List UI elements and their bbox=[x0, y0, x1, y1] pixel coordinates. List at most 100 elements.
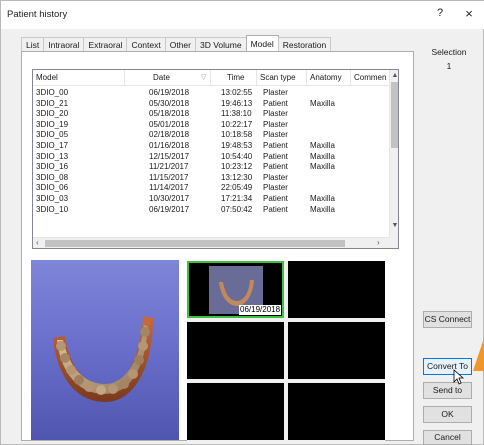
thumbnail-cell-empty[interactable] bbox=[288, 383, 385, 440]
table-cell: 3DIO_13 bbox=[36, 151, 69, 161]
column-header-time[interactable]: Time bbox=[211, 70, 257, 86]
table-cell: Plaster bbox=[263, 183, 288, 193]
table-cell: Patient bbox=[263, 193, 288, 203]
table-cell: 3DIO_05 bbox=[36, 130, 69, 140]
patient-history-dialog: Patient history ? × List Intraoral Extra… bbox=[0, 0, 484, 445]
table-cell: 05/01/2018 bbox=[149, 119, 190, 129]
table-cell: Patient bbox=[263, 98, 288, 108]
sort-arrow-icon: ▽ bbox=[201, 74, 207, 81]
title-bar: Patient history ? × bbox=[1, 1, 484, 29]
column-header-anatomy[interactable]: Anatomy bbox=[307, 70, 351, 86]
cancel-button[interactable]: Cancel bbox=[423, 430, 472, 445]
selection-count: 1 bbox=[446, 61, 452, 71]
column-header-scan-type[interactable]: Scan type bbox=[257, 70, 307, 86]
table-cell: 19:48:53 bbox=[221, 140, 253, 150]
column-header-comment[interactable]: Commen bbox=[351, 70, 389, 86]
orange-pointer-marker bbox=[473, 338, 484, 371]
cs-connect-button[interactable]: CS Connect bbox=[423, 311, 472, 328]
table-cell: Plaster bbox=[263, 172, 288, 182]
table-cell: 10:23:12 bbox=[221, 162, 253, 172]
tab-intraoral[interactable]: Intraoral bbox=[43, 37, 85, 52]
close-button[interactable]: × bbox=[461, 6, 477, 22]
thumbnail-cell-empty[interactable] bbox=[187, 383, 284, 440]
table-row[interactable]: 3DIO_00 06/19/2018 13:02:55 Plaster bbox=[33, 88, 389, 99]
model-list[interactable]: Model Date ▽ Time Scan type Anatomy Comm… bbox=[32, 69, 399, 249]
table-cell: Maxilla bbox=[310, 140, 335, 150]
table-cell: Maxilla bbox=[310, 193, 335, 203]
thumbnail-cell-empty[interactable] bbox=[288, 322, 385, 379]
table-cell: Plaster bbox=[263, 130, 288, 140]
table-cell: 05/18/2018 bbox=[149, 109, 190, 119]
tab-3d-volume[interactable]: 3D Volume bbox=[195, 37, 247, 52]
table-cell: 10/30/2017 bbox=[149, 193, 190, 203]
tab-list[interactable]: List bbox=[21, 37, 45, 52]
tab-restoration[interactable]: Restoration bbox=[277, 37, 332, 52]
table-cell: 3DIO_20 bbox=[36, 109, 69, 119]
scroll-right-icon[interactable]: › bbox=[377, 238, 380, 247]
selection-label: Selection bbox=[431, 47, 467, 57]
window-title: Patient history bbox=[7, 9, 68, 20]
table-cell: 05/30/2018 bbox=[149, 98, 190, 108]
table-cell: 10:18:58 bbox=[221, 130, 253, 140]
ok-button[interactable]: OK bbox=[423, 406, 472, 423]
thumbnail-date-label: 06/19/2018 bbox=[239, 305, 282, 315]
table-row[interactable]: 3DIO_13 12/15/2017 10:54:40 Patient Maxilla bbox=[33, 152, 389, 163]
tab-model[interactable]: Model bbox=[245, 35, 279, 52]
tab-context[interactable]: Context bbox=[126, 37, 166, 52]
table-row[interactable]: 3DIO_03 10/30/2017 17:21:34 Patient Maxilla bbox=[33, 194, 389, 205]
table-cell: 3DIO_16 bbox=[36, 162, 69, 172]
table-row[interactable]: 3DIO_16 11/21/2017 10:23:12 Patient Maxilla bbox=[33, 162, 389, 173]
thumbnail-cell-empty[interactable] bbox=[187, 322, 284, 379]
vertical-scroll-thumb[interactable] bbox=[391, 82, 398, 148]
column-header-date[interactable]: Date bbox=[125, 70, 211, 86]
table-cell: 02/18/2018 bbox=[149, 130, 190, 140]
table-cell: 06/19/2018 bbox=[149, 88, 190, 97]
help-button[interactable]: ? bbox=[433, 7, 447, 23]
table-cell: 19:46:13 bbox=[221, 98, 253, 108]
table-cell: Patient bbox=[263, 162, 288, 172]
model-3d-preview[interactable] bbox=[31, 260, 179, 440]
table-cell: Maxilla bbox=[310, 162, 335, 172]
table-cell: Plaster bbox=[263, 119, 288, 129]
table-row[interactable]: 3DIO_06 11/14/2017 22:05:49 Plaster bbox=[33, 183, 389, 194]
horizontal-scroll-thumb[interactable] bbox=[45, 240, 345, 247]
tab-other[interactable]: Other bbox=[164, 37, 196, 52]
table-row[interactable]: 3DIO_05 02/18/2018 10:18:58 Plaster bbox=[33, 130, 389, 141]
dental-arch-model-image bbox=[53, 316, 153, 402]
table-cell: 22:05:49 bbox=[221, 183, 253, 193]
table-cell: Patient bbox=[263, 204, 288, 214]
table-cell: 11/21/2017 bbox=[149, 162, 189, 172]
mouse-cursor-icon bbox=[453, 369, 465, 385]
tab-extraoral[interactable]: Extraoral bbox=[83, 37, 128, 52]
table-row[interactable]: 3DIO_21 05/30/2018 19:46:13 Patient Maxilla bbox=[33, 99, 389, 110]
table-cell: 17:21:34 bbox=[221, 193, 253, 203]
table-cell: 3DIO_21 bbox=[36, 98, 69, 108]
list-rows: 3DIO_00 06/19/2018 13:02:55 Plaster 3DIO_21 0… bbox=[33, 88, 389, 215]
scroll-down-icon[interactable]: ▼ bbox=[390, 222, 398, 229]
table-row[interactable]: 3DIO_10 06/19/2017 07:50:42 Patient Maxilla bbox=[33, 205, 389, 216]
scroll-left-icon[interactable]: ‹ bbox=[36, 238, 39, 247]
table-cell: Patient bbox=[263, 140, 288, 150]
scroll-up-icon[interactable]: ▲ bbox=[390, 72, 398, 79]
table-row[interactable]: 3DIO_17 01/16/2018 19:48:53 Patient Maxilla bbox=[33, 141, 389, 152]
table-cell: 3DIO_17 bbox=[36, 140, 69, 150]
model-thumbnail-grid: 06/19/2018 bbox=[187, 261, 385, 442]
table-cell: 11/15/2017 bbox=[149, 172, 189, 182]
table-cell: 10:22:17 bbox=[221, 119, 253, 129]
horizontal-scrollbar[interactable]: ‹ › bbox=[33, 237, 389, 248]
thumbnail-cell-empty[interactable] bbox=[288, 261, 385, 318]
column-header-model[interactable]: Model bbox=[33, 70, 125, 86]
table-cell: 10:54:40 bbox=[221, 151, 253, 161]
vertical-scrollbar[interactable]: ▲ ▼ bbox=[389, 70, 398, 237]
table-cell: 12/15/2017 bbox=[149, 151, 190, 161]
tab-strip: List Intraoral Extraoral Context Other 3… bbox=[21, 35, 332, 52]
table-row[interactable]: 3DIO_08 11/15/2017 13:12:30 Plaster bbox=[33, 173, 389, 184]
table-row[interactable]: 3DIO_19 05/01/2018 10:22:17 Plaster bbox=[33, 120, 389, 131]
table-cell: 11:38:10 bbox=[221, 109, 252, 119]
table-row[interactable]: 3DIO_20 05/18/2018 11:38:10 Plaster bbox=[33, 109, 389, 120]
thumbnail-cell-selected[interactable]: 06/19/2018 bbox=[187, 261, 284, 318]
table-cell: 3DIO_08 bbox=[36, 172, 69, 182]
table-cell: 01/16/2018 bbox=[149, 140, 190, 150]
table-cell: 13:12:30 bbox=[221, 172, 253, 182]
table-cell: Patient bbox=[263, 151, 288, 161]
